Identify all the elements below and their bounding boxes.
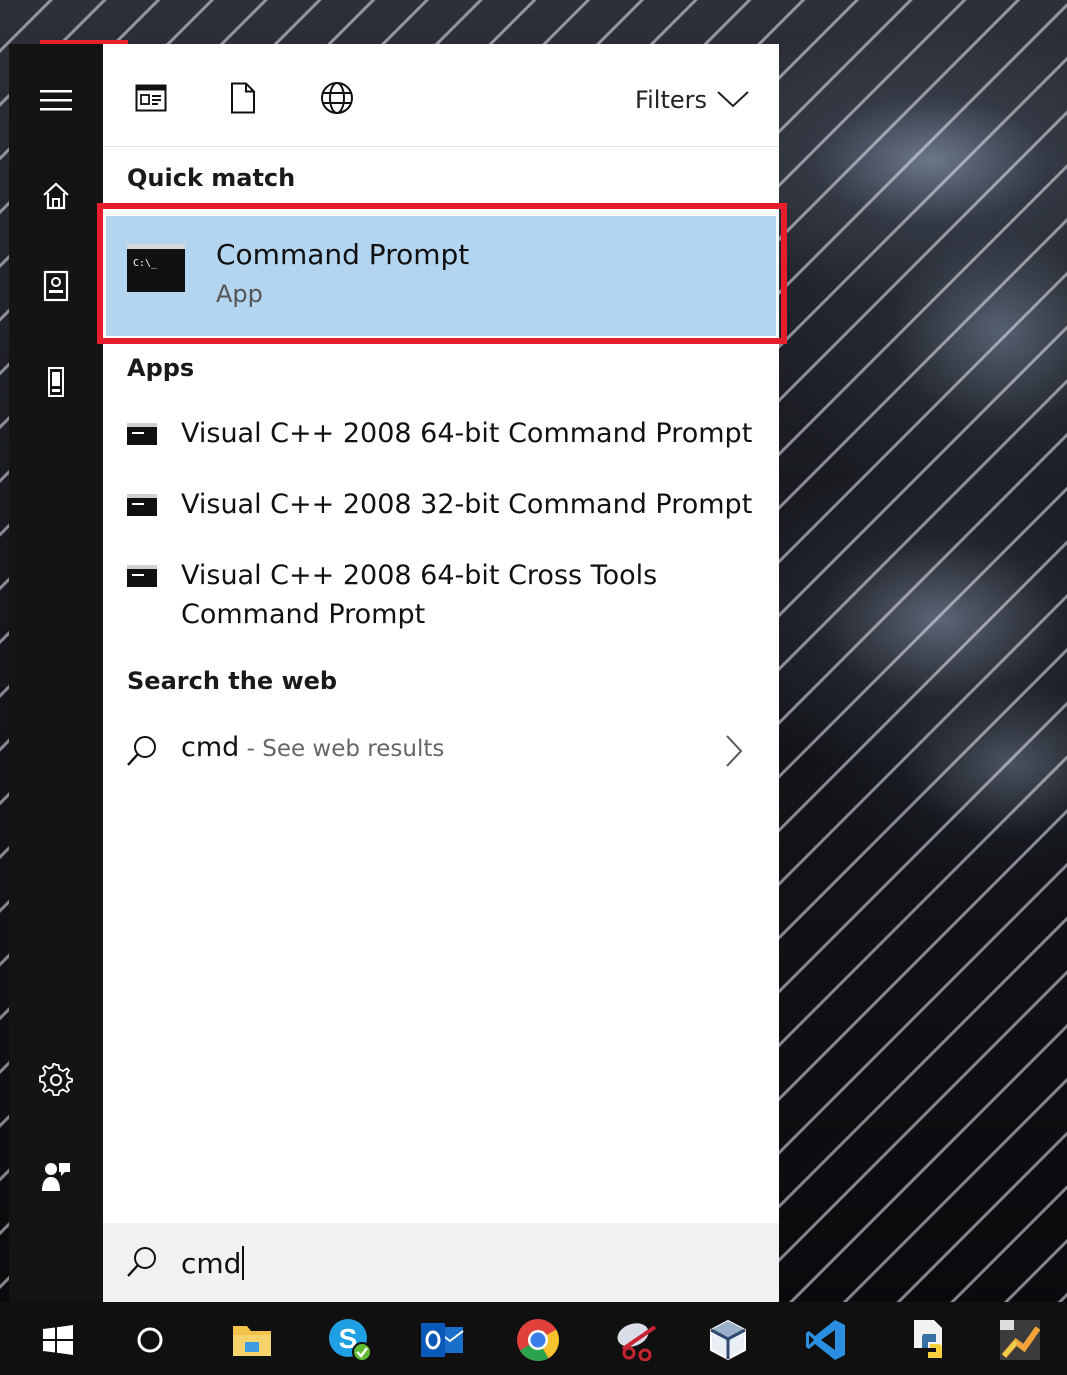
windows-start-icon: [43, 1325, 73, 1359]
web-filter-button[interactable]: [317, 80, 357, 120]
notebook-button[interactable]: [9, 260, 103, 316]
search-input-value: cmd: [181, 1246, 242, 1280]
notebook-icon: [42, 270, 70, 306]
start-button[interactable]: [28, 1312, 88, 1372]
snipping-tool-button[interactable]: [608, 1312, 668, 1372]
web-result-cmd[interactable]: cmd - See web results: [103, 720, 779, 780]
snipping-tool-icon: [615, 1319, 661, 1365]
app-item-label: Visual C++ 2008 32-bit Command Prompt: [181, 489, 753, 520]
search-icon: [125, 734, 159, 772]
home-icon: [41, 181, 71, 215]
virtualbox-button[interactable]: [698, 1312, 758, 1372]
app-item-vc2008-64bit-cmd[interactable]: Visual C++ 2008 64-bit Command Prompt: [103, 414, 779, 458]
apps-heading: Apps: [127, 354, 195, 382]
vscode-icon: [805, 1318, 847, 1366]
home-button[interactable]: [9, 170, 103, 226]
documents-filter-icon: [230, 82, 256, 118]
web-result-suffix: - See web results: [239, 736, 445, 762]
cortana-button[interactable]: [120, 1312, 180, 1372]
file-explorer-icon: [231, 1322, 273, 1362]
start-search-box[interactable]: cmd: [103, 1223, 779, 1302]
console-app-icon: [127, 565, 157, 587]
web-query: cmd: [181, 732, 240, 763]
taskbar: S: [0, 1302, 1067, 1375]
python-button[interactable]: [900, 1312, 960, 1372]
console-app-icon: [127, 423, 157, 445]
search-box-icon: [125, 1245, 159, 1283]
start-left-rail: [9, 44, 103, 1302]
app-item-label-line2: Command Prompt: [181, 599, 426, 630]
cortana-icon: [135, 1325, 165, 1359]
vscode-button[interactable]: [796, 1312, 856, 1372]
documents-filter-button[interactable]: [223, 80, 263, 120]
chevron-down-icon: [717, 86, 749, 114]
python-icon: [910, 1318, 950, 1366]
settings-button[interactable]: [9, 1054, 103, 1110]
skype-icon: S: [326, 1316, 374, 1368]
file-explorer-button[interactable]: [222, 1312, 282, 1372]
feedback-button[interactable]: [9, 1150, 103, 1206]
command-prompt-icon: C:\_: [127, 244, 185, 292]
quick-match-subtitle: App: [216, 280, 263, 308]
web-result-label: cmd - See web results: [181, 732, 444, 763]
hamburger-menu-button[interactable]: [9, 74, 103, 130]
console-app-icon: [127, 494, 157, 516]
app-item-vc2008-32bit-cmd[interactable]: Visual C++ 2008 32-bit Command Prompt: [103, 485, 779, 529]
devices-button[interactable]: [9, 356, 103, 412]
search-input[interactable]: cmd: [181, 1243, 245, 1283]
hamburger-menu-icon: [40, 88, 72, 116]
app-item-label: Visual C++ 2008 64-bit Command Prompt: [181, 418, 753, 449]
search-web-heading: Search the web: [127, 667, 338, 695]
chrome-button[interactable]: [508, 1312, 568, 1372]
app-icon: [998, 1318, 1042, 1366]
app-button[interactable]: [990, 1312, 1050, 1372]
apps-filter-icon: [135, 84, 167, 116]
text-caret: [242, 1246, 245, 1280]
feedback-icon: [40, 1159, 72, 1197]
skype-button[interactable]: S: [320, 1312, 380, 1372]
apps-filter-button[interactable]: [131, 80, 171, 120]
start-search-panel: Filters Quick match C:\_ Command Prompt …: [97, 44, 787, 1302]
outlook-icon: [419, 1319, 465, 1365]
app-item-label-line1: Visual C++ 2008 64-bit Cross Tools: [181, 560, 658, 591]
chrome-icon: [515, 1317, 561, 1367]
search-filter-toolbar: Filters: [103, 44, 779, 147]
filters-label: Filters: [635, 86, 707, 114]
chevron-right-icon: [725, 734, 743, 772]
quick-match-heading: Quick match: [127, 164, 296, 192]
quick-match-title: Command Prompt: [216, 238, 470, 271]
filters-dropdown[interactable]: Filters: [635, 82, 749, 118]
device-icon: [46, 366, 66, 402]
quick-match-command-prompt[interactable]: C:\_ Command Prompt App: [106, 216, 776, 336]
settings-gear-icon: [39, 1061, 73, 1101]
virtualbox-icon: [707, 1318, 749, 1366]
app-item-vc2008-64bit-cross-tools-cmd[interactable]: Visual C++ 2008 64-bit Cross Tools Comma…: [103, 556, 779, 638]
outlook-button[interactable]: [412, 1312, 472, 1372]
web-filter-icon: [320, 81, 354, 119]
